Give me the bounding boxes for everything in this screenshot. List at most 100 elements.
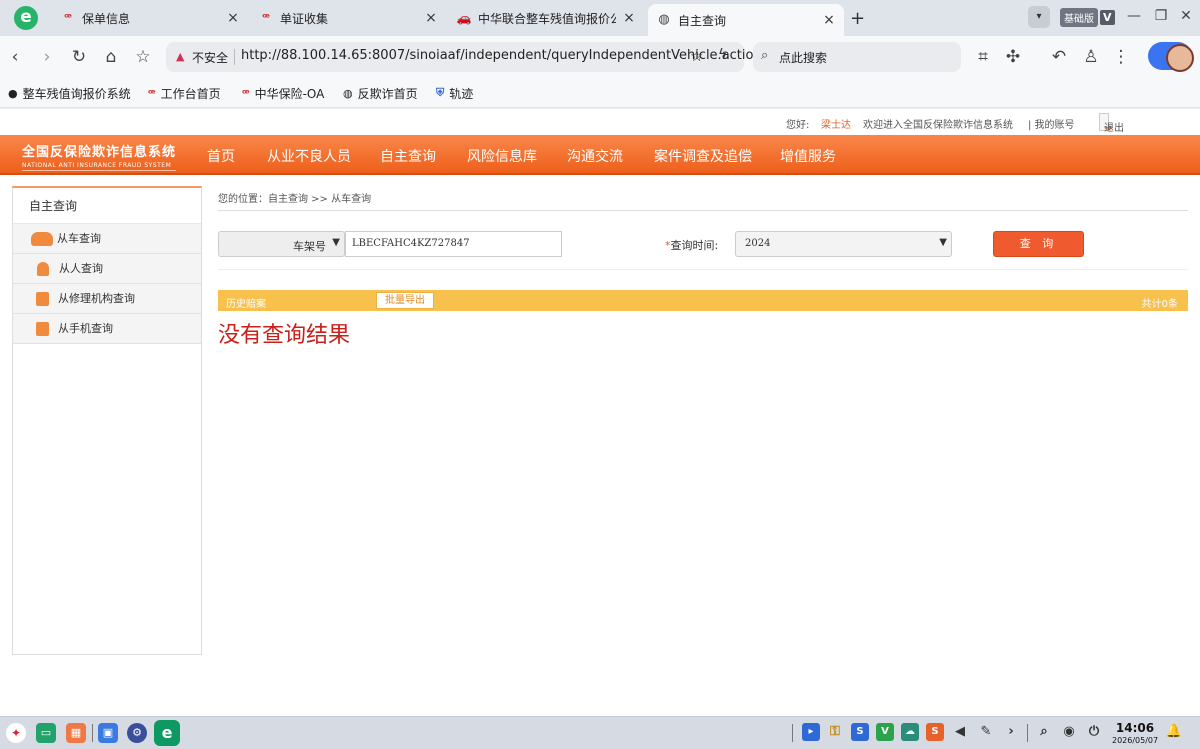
nav-value-added[interactable]: 增值服务 xyxy=(780,146,836,166)
breadcrumb: 您的位置：自主查询 >> 从车查询 xyxy=(218,194,372,205)
tab-list-button[interactable]: ▾ xyxy=(1028,6,1050,28)
terminal-icon[interactable]: ▭ xyxy=(36,723,56,743)
nav-risk-database[interactable]: 风险信息库 xyxy=(467,146,537,166)
globe-icon: ◍ xyxy=(658,12,670,27)
arrow-app-icon[interactable]: ▸ xyxy=(802,723,820,741)
close-window-icon[interactable]: ✕ xyxy=(1176,8,1196,24)
vin-input[interactable]: LBECFAHC4KZ727847 xyxy=(345,231,562,257)
s-app-icon[interactable]: S xyxy=(851,723,869,741)
store-icon[interactable]: ▣ xyxy=(98,723,118,743)
bookmark-track[interactable]: ⛨ 轨迹 xyxy=(436,84,473,102)
vip-badge[interactable]: V xyxy=(1100,9,1115,25)
new-tab-button[interactable]: + xyxy=(850,8,865,29)
url-text[interactable]: http://88.100.14.65:8007/sinoiaaf/indepe… xyxy=(241,48,762,63)
security-label[interactable]: 不安全 xyxy=(192,49,228,66)
car-icon: ● xyxy=(8,86,18,100)
person-icon xyxy=(37,261,49,276)
query-button[interactable]: 查 询 xyxy=(993,231,1084,257)
bookmark-canzhi[interactable]: ● 整车残值询报价系统 xyxy=(8,84,131,102)
menu-icon[interactable]: ⋮ xyxy=(1110,46,1132,68)
browser-tab-bar: e ꟹ 保单信息 × ꟹ 单证收集 × 🚗 中华联合整车残值询报价公 × ◍ 自… xyxy=(0,0,1200,36)
tab-label: 中华联合整车残值询报价公 xyxy=(478,11,616,26)
tab-zizhu-chaxun[interactable]: ◍ 自主查询 × xyxy=(648,4,844,36)
car-icon xyxy=(31,231,53,246)
key-icon[interactable]: ⚿ xyxy=(826,723,844,741)
bookmark-workbench[interactable]: ꟹ 工作台首页 xyxy=(148,84,221,102)
no-result-message: 没有查询结果 xyxy=(218,323,351,348)
username-link[interactable]: 梁士达 xyxy=(821,116,851,131)
nav-home[interactable]: 首页 xyxy=(207,146,235,166)
chevron-down-icon: ▼ xyxy=(332,237,340,248)
year-select[interactable]: 2024 ▼ xyxy=(735,231,952,257)
nav-communication[interactable]: 沟通交流 xyxy=(567,146,623,166)
tab-label: 单证收集 xyxy=(280,11,329,26)
close-icon[interactable]: × xyxy=(622,10,636,26)
query-type-select[interactable]: 车架号 ▼ xyxy=(218,231,345,257)
tab-canzhi[interactable]: 🚗 中华联合整车残值询报价公 × xyxy=(448,4,644,32)
bookmark-oa[interactable]: ꟹ 中华保险-OA xyxy=(242,84,324,102)
clock[interactable]: 14:06 2026/05/07 xyxy=(1112,722,1158,746)
network-icon[interactable]: ◉ xyxy=(1060,723,1078,741)
reload-icon[interactable]: ↻ xyxy=(68,46,90,68)
tab-baodan[interactable]: ꟹ 保单信息 × xyxy=(52,4,248,32)
sidebar-item-label: 从车查询 xyxy=(57,231,101,245)
nav-self-query[interactable]: 自主查询 xyxy=(380,146,436,166)
v-app-icon[interactable]: V xyxy=(876,723,894,741)
account-icon[interactable]: ♙ xyxy=(1080,46,1102,68)
undo-icon[interactable]: ↶ xyxy=(1048,46,1070,68)
clock-time: 14:06 xyxy=(1115,721,1155,735)
sidebar-item-repair-query[interactable]: 从修理机构查询 xyxy=(13,284,201,314)
close-icon[interactable]: × xyxy=(822,12,836,28)
notification-bell-icon[interactable]: 🔔 xyxy=(1165,723,1183,741)
bookmark-label: 反欺诈首页 xyxy=(357,86,418,101)
extensions-icon[interactable]: ✣ xyxy=(1002,46,1024,68)
bookmarks-bar: ● 整车残值询报价系统 ꟹ 工作台首页 ꟹ 中华保险-OA ◍ 反欺诈首页 ⛨ … xyxy=(0,78,1200,108)
repair-shop-icon xyxy=(36,291,49,306)
search-input[interactable]: ⌕ 点此搜索 xyxy=(753,42,961,72)
sidebar-item-phone-query[interactable]: 从手机查询 xyxy=(13,314,201,344)
favorite-icon[interactable]: ☆ xyxy=(690,47,703,65)
site-logo[interactable]: 全国反保险欺诈信息系统 NATIONAL ANTI INSURANCE FRAU… xyxy=(22,141,176,171)
home-icon[interactable]: ⌂ xyxy=(100,46,122,68)
power-icon[interactable]: ⏻ xyxy=(1085,723,1103,741)
tab-danzheng[interactable]: ꟹ 单证收集 × xyxy=(250,4,446,32)
settings-icon[interactable]: ⚙ xyxy=(127,723,147,743)
sidebar-item-label: 从人查询 xyxy=(59,261,103,275)
nav-bad-practitioners[interactable]: 从业不良人员 xyxy=(267,146,351,166)
crop-icon[interactable]: ⌗ xyxy=(972,46,994,68)
edition-badge[interactable]: 基础版 xyxy=(1060,7,1098,27)
sidebar-item-person-query[interactable]: 从人查询 xyxy=(13,254,201,284)
back-icon[interactable]: ‹ xyxy=(4,46,26,68)
minimize-icon[interactable]: — xyxy=(1124,8,1144,24)
close-icon[interactable]: × xyxy=(424,10,438,26)
input-method-icon[interactable]: S xyxy=(926,723,944,741)
bookmark-label: 轨迹 xyxy=(449,86,474,101)
browser-logo-icon[interactable]: e xyxy=(14,6,38,30)
query-time-text: 查询时间: xyxy=(670,239,719,252)
forward-icon[interactable]: › xyxy=(36,46,58,68)
bookmark-antifraud[interactable]: ◍ 反欺诈首页 xyxy=(343,84,418,102)
nav-case-investigation[interactable]: 案件调查及追偿 xyxy=(654,146,752,166)
search-icon[interactable]: ⌕ xyxy=(1035,723,1053,741)
restore-icon[interactable]: ❐ xyxy=(1151,8,1171,24)
launcher-icon[interactable]: ✦ xyxy=(6,723,26,743)
sidebar-item-label: 从修理机构查询 xyxy=(58,291,135,305)
picc-icon: ꟹ xyxy=(262,11,270,24)
my-account-link[interactable]: | 我的账号 xyxy=(1028,116,1075,131)
bookmark-star-icon[interactable]: ☆ xyxy=(132,46,154,68)
batch-export-button[interactable]: 批量导出 xyxy=(376,292,434,309)
avatar[interactable] xyxy=(1148,42,1194,72)
browser-icon[interactable]: e xyxy=(154,720,180,746)
sidebar-item-label: 从手机查询 xyxy=(58,321,113,335)
app-center-icon[interactable]: ▦ xyxy=(66,723,86,743)
sidebar-item-vehicle-query[interactable]: 从车查询 xyxy=(13,224,201,254)
pen-icon[interactable]: ✎ xyxy=(977,723,995,741)
address-bar[interactable]: ▲ 不安全 http://88.100.14.65:8007/sinoiaaf/… xyxy=(166,42,762,72)
logout-button[interactable]: ➔ 退出 xyxy=(1099,113,1124,134)
lightning-icon[interactable]: ϟ xyxy=(718,47,727,63)
chevron-right-icon[interactable]: › xyxy=(1002,723,1020,741)
volume-icon[interactable]: ◀ xyxy=(951,723,969,741)
close-icon[interactable]: × xyxy=(226,10,240,26)
logo-subtitle: NATIONAL ANTI INSURANCE FRAUD SYSTEM xyxy=(22,162,176,171)
cloud-icon[interactable]: ☁ xyxy=(901,723,919,741)
